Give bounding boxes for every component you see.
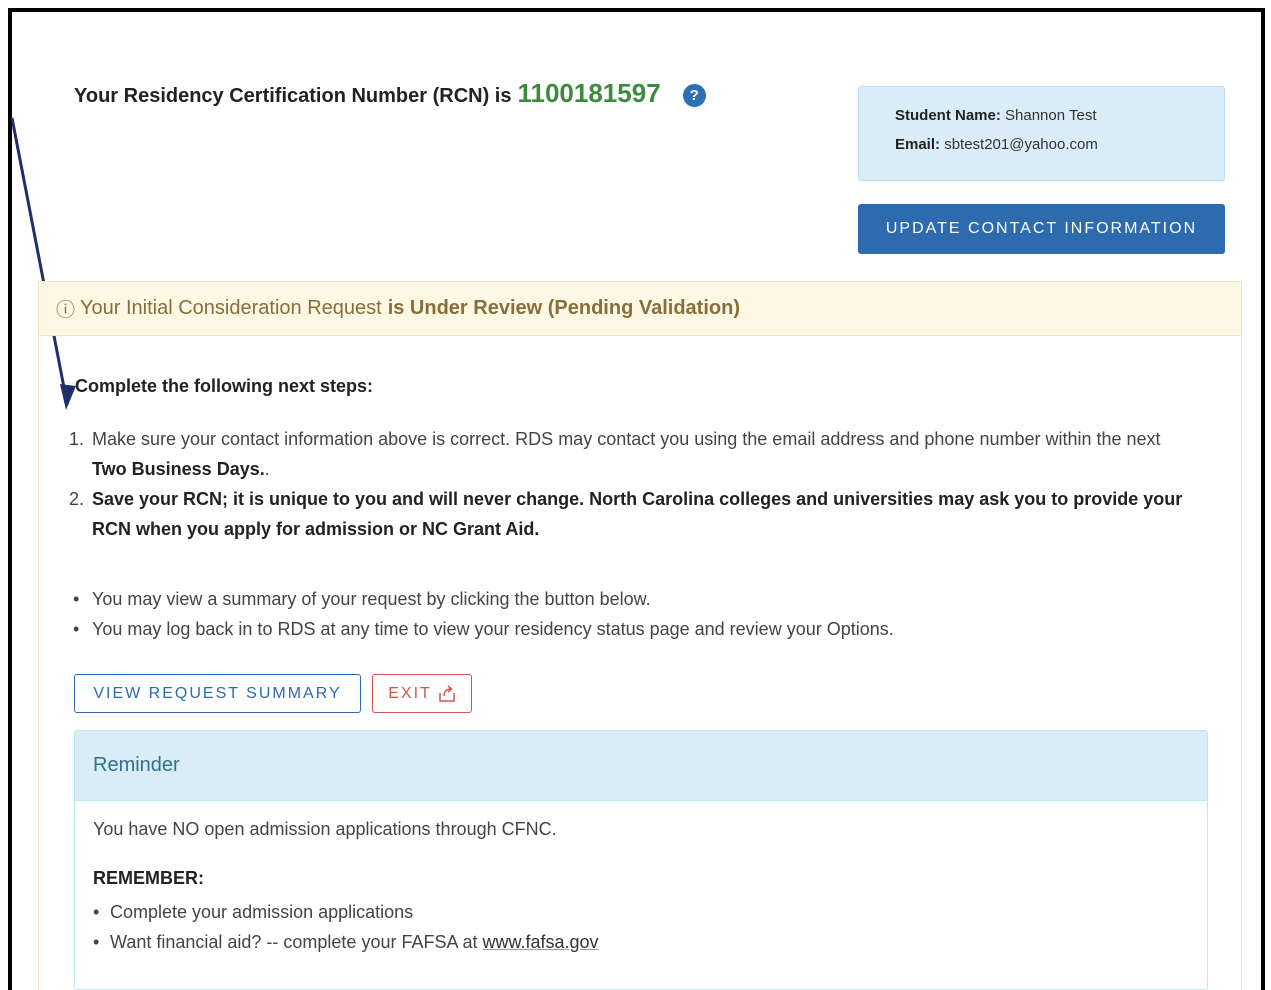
- rcn-number: 1100181597: [517, 78, 661, 108]
- remember-list: • Complete your admission applications • W…: [93, 897, 1207, 957]
- next-steps-title: Complete the following next steps:: [75, 376, 374, 396]
- help-icon[interactable]: ?: [682, 84, 706, 107]
- list-item: • You may view a summary of your request …: [73, 584, 894, 614]
- bullet-text: You may log back in to RDS at any time t…: [92, 619, 894, 639]
- reminder-title: Reminder: [75, 731, 1207, 801]
- status-text: Your Initial Consideration Request: [80, 297, 382, 319]
- email-value: sbtest201@yahoo.com: [944, 136, 1098, 153]
- reminder-box: Reminder You have NO open admission appl…: [74, 730, 1208, 990]
- update-contact-button[interactable]: UPDATE CONTACT INFORMATION: [858, 204, 1225, 254]
- step-text: Make sure your contact information above…: [92, 424, 1161, 484]
- step-2-bold: Save your RCN; it is unique to you and w…: [92, 489, 1183, 539]
- student-name-row: Student Name: Shannon Test: [895, 107, 1224, 124]
- fafsa-link[interactable]: www.fafsa.gov: [483, 927, 599, 957]
- reminder-item-text: Want financial aid? -- complete your FAF…: [110, 932, 478, 952]
- list-item: • You may log back in to RDS at any time …: [73, 614, 894, 644]
- step-1-tail: .: [264, 459, 270, 479]
- step-2: 2. Save your RCN; it is unique to you an…: [69, 484, 1219, 544]
- list-item: • Want financial aid? -- complete your FA…: [93, 927, 1207, 957]
- bullet-text: You may view a summary of your request b…: [92, 589, 651, 609]
- step-1: 1. Make sure your contact information ab…: [69, 424, 1219, 484]
- external-exit-icon: [439, 684, 455, 702]
- step-number: 2.: [69, 489, 85, 509]
- rcn-label: Your Residency Certification Number (RCN…: [74, 85, 512, 107]
- status-banner: ⓘ Your Initial Consideration Request is …: [39, 282, 1241, 336]
- status-strong: is Under Review (Pending Validation): [387, 297, 740, 319]
- contact-info-box: Student Name: Shannon Test Email: sbtest…: [858, 86, 1225, 181]
- remember-label: REMEMBER:: [93, 868, 204, 888]
- email-row: Email: sbtest201@yahoo.com: [895, 136, 1224, 153]
- view-request-summary-button[interactable]: VIEW REQUEST SUMMARY: [74, 674, 361, 713]
- step-number: 1.: [69, 429, 85, 449]
- exit-label: EXIT: [388, 684, 432, 702]
- reminder-message: You have NO open admission applications …: [93, 819, 557, 839]
- reminder-item-text: Complete your admission applications: [110, 902, 414, 922]
- step-1-text: Make sure your contact information above…: [92, 429, 1161, 449]
- student-name-label: Student Name:: [895, 107, 1001, 124]
- info-bullets: • You may view a summary of your request …: [73, 584, 894, 644]
- step-1-bold: Two Business Days.: [92, 459, 265, 479]
- reminder-body: You have NO open admission applications …: [75, 801, 1207, 957]
- list-item: • Complete your admission applications: [93, 897, 1207, 927]
- student-name-value: Shannon Test: [1005, 107, 1097, 124]
- request-status-panel: ⓘ Your Initial Consideration Request is …: [38, 281, 1242, 990]
- exit-button[interactable]: EXIT: [372, 674, 472, 713]
- rcn-heading: Your Residency Certification Number (RCN…: [74, 78, 706, 109]
- next-steps-list: 1. Make sure your contact information ab…: [69, 424, 1219, 544]
- email-label: Email:: [895, 136, 941, 153]
- info-icon: ⓘ: [56, 300, 76, 321]
